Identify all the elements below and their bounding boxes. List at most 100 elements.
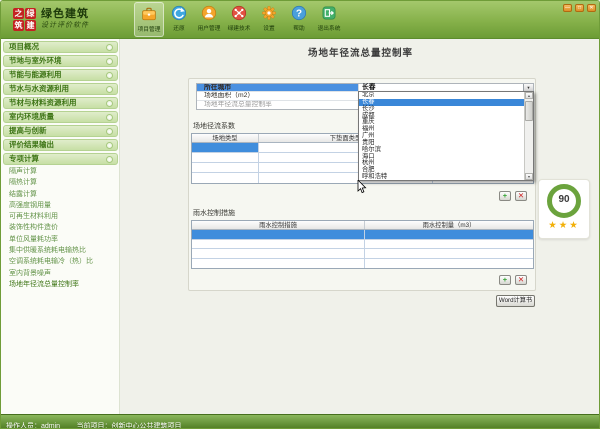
sidebar-item[interactable]: 室内背景噪声 xyxy=(1,268,116,279)
table-cell[interactable] xyxy=(192,173,259,183)
dropdown-option[interactable]: 北京 xyxy=(359,92,526,99)
toolbar-button-exit[interactable]: 退出系统 xyxy=(314,2,344,37)
city-options: 北京 长春 长沙 成都 重庆 福州 广州 贵阳 哈尔滨 海口 杭州 合 xyxy=(359,92,533,181)
table-cell[interactable] xyxy=(365,249,533,258)
table-cell[interactable] xyxy=(192,153,259,162)
expand-circle-icon[interactable] xyxy=(106,100,113,107)
sidebar-group[interactable]: 室内环境质量 xyxy=(3,111,118,123)
toolbar-button-label: 绿建技术 xyxy=(228,23,251,32)
toolbar-button-label: 项目管理 xyxy=(138,24,161,33)
expand-circle-icon[interactable] xyxy=(106,114,113,121)
sidebar-item[interactable]: 单位风量耗功率 xyxy=(1,234,116,245)
rain-delete-row-button[interactable]: ✕ xyxy=(515,275,527,285)
sidebar-item[interactable]: 隔热计算 xyxy=(1,177,116,188)
app-subtitle: 设计评价软件 xyxy=(41,21,89,30)
sidebar-group[interactable]: 项目概况 xyxy=(3,41,118,53)
scrollbar-thumb[interactable] xyxy=(525,101,533,121)
expand-circle-icon[interactable] xyxy=(106,86,113,93)
sidebar: 项目概况 节地与室外环境 节能与能源利用 节水与水资源利用 xyxy=(1,39,120,416)
toolbar-button-restore[interactable]: 还原 xyxy=(164,2,194,37)
column-header: 雨水控制量（m3） xyxy=(365,221,533,229)
toolbar-button-user-manage[interactable]: 用户管理 xyxy=(194,2,224,37)
minimize-button[interactable]: — xyxy=(563,4,572,12)
expand-circle-icon[interactable] xyxy=(106,142,113,149)
city-dropdown-list: 北京 长春 长沙 成都 重庆 福州 广州 贵阳 哈尔滨 海口 杭州 合 xyxy=(358,91,534,181)
sidebar-item[interactable]: 集中供暖系统耗电输热比 xyxy=(1,245,116,256)
property-label: 所在城市 xyxy=(197,84,359,91)
sidebar-item[interactable]: 场地年径流总量控制率 xyxy=(1,279,116,290)
toolbar-button-green-tech[interactable]: 绿建技术 xyxy=(224,2,254,37)
toolbar-button-project-manage[interactable]: 项目管理 xyxy=(134,2,164,37)
sidebar-group[interactable]: 节地与室外环境 xyxy=(3,55,118,67)
dropdown-option[interactable]: 贵阳 xyxy=(359,140,526,147)
toolbar: 之 绿 筑 建 绿色建筑 设计评价软件 项目管理 xyxy=(1,1,600,39)
toolbar-button-label: 设置 xyxy=(263,23,274,32)
expand-circle-icon[interactable] xyxy=(106,72,113,79)
toolbar-button-settings[interactable]: 设置 xyxy=(254,2,284,37)
column-header: 场地类型 xyxy=(192,134,259,142)
table-cell[interactable] xyxy=(192,259,365,269)
score-value: 90 xyxy=(558,194,569,205)
restore-icon xyxy=(171,5,187,21)
table-row xyxy=(192,259,533,269)
close-button[interactable]: ✕ xyxy=(587,4,596,12)
sidebar-item[interactable]: 装饰性构件造价 xyxy=(1,222,116,233)
svg-text:?: ? xyxy=(296,9,302,20)
table-cell[interactable] xyxy=(365,240,533,249)
sidebar-group[interactable]: 专项计算 xyxy=(3,153,118,165)
dropdown-option[interactable]: 海口 xyxy=(359,154,526,161)
logo-tile: 绿 xyxy=(25,8,36,19)
dropdown-option[interactable]: 广州 xyxy=(359,133,526,140)
sidebar-group-label: 节地与室外环境 xyxy=(4,56,117,66)
sidebar-item[interactable]: 可再生材料利用 xyxy=(1,211,116,222)
dropdown-scrollbar[interactable]: ▲ ▼ xyxy=(524,92,533,180)
app-logo: 之 绿 筑 建 绿色建筑 设计评价软件 xyxy=(13,8,89,31)
toolbar-button-help[interactable]: ? 帮助 xyxy=(284,2,314,37)
app-window: 之 绿 筑 建 绿色建筑 设计评价软件 项目管理 xyxy=(0,0,600,429)
dropdown-option[interactable]: 哈尔滨 xyxy=(359,147,526,154)
runoff-add-row-button[interactable]: + xyxy=(499,191,511,201)
table-cell[interactable] xyxy=(192,249,365,258)
sidebar-item[interactable]: 结露计算 xyxy=(1,189,116,200)
expand-circle-icon[interactable] xyxy=(106,156,113,163)
maximize-button[interactable]: □ xyxy=(575,4,584,12)
word-report-button[interactable]: Word计算书 xyxy=(496,295,535,307)
table-cell[interactable] xyxy=(192,240,365,249)
dropdown-option[interactable]: 福州 xyxy=(359,126,526,133)
question-icon: ? xyxy=(291,5,307,21)
logo-tile: 之 xyxy=(13,8,24,19)
expand-circle-icon[interactable] xyxy=(106,128,113,135)
table-cell-selected[interactable] xyxy=(192,230,365,239)
sidebar-item[interactable]: 空调系统耗电输冷（热）比 xyxy=(1,256,116,267)
sidebar-item[interactable]: 高强度钢用量 xyxy=(1,200,116,211)
molecule-icon xyxy=(231,5,247,21)
scroll-down-icon[interactable]: ▼ xyxy=(525,173,533,180)
dropdown-option[interactable]: 呼和浩特 xyxy=(359,174,526,181)
dropdown-option[interactable]: 长春 xyxy=(359,99,526,106)
sidebar-group[interactable]: 节水与水资源利用 xyxy=(3,83,118,95)
score-card: 90 ★★★ xyxy=(538,179,590,239)
sidebar-group[interactable]: 节能与能源利用 xyxy=(3,69,118,81)
dropdown-option[interactable]: 重庆 xyxy=(359,119,526,126)
sidebar-group[interactable]: 评价结果输出 xyxy=(3,139,118,151)
rain-section-label: 雨水控制措施 xyxy=(193,208,235,218)
sidebar-groups: 项目概况 节地与室外环境 节能与能源利用 节水与水资源利用 xyxy=(3,41,118,167)
sidebar-item[interactable]: 隔声计算 xyxy=(1,166,116,177)
dropdown-option[interactable]: 成都 xyxy=(359,113,526,120)
table-cell-selected[interactable] xyxy=(192,143,259,152)
dropdown-option[interactable]: 杭州 xyxy=(359,160,526,167)
expand-circle-icon[interactable] xyxy=(106,44,113,51)
table-cell-selected[interactable] xyxy=(365,230,533,239)
sidebar-group[interactable]: 节材与材料资源利用 xyxy=(3,97,118,109)
status-bar: 操作人员：admin 当前项目：创新中心公共建筑项目 xyxy=(1,414,600,428)
rain-add-row-button[interactable]: + xyxy=(499,275,511,285)
table-cell[interactable] xyxy=(192,163,259,172)
sidebar-group-label: 节水与水资源利用 xyxy=(4,84,117,94)
sidebar-group[interactable]: 提高与创新 xyxy=(3,125,118,137)
column-header: 雨水控制措施 xyxy=(192,221,365,229)
runoff-delete-row-button[interactable]: ✕ xyxy=(515,191,527,201)
dropdown-option[interactable]: 长沙 xyxy=(359,106,526,113)
table-cell[interactable] xyxy=(365,259,533,269)
scroll-up-icon[interactable]: ▲ xyxy=(525,92,533,99)
expand-circle-icon[interactable] xyxy=(106,58,113,65)
